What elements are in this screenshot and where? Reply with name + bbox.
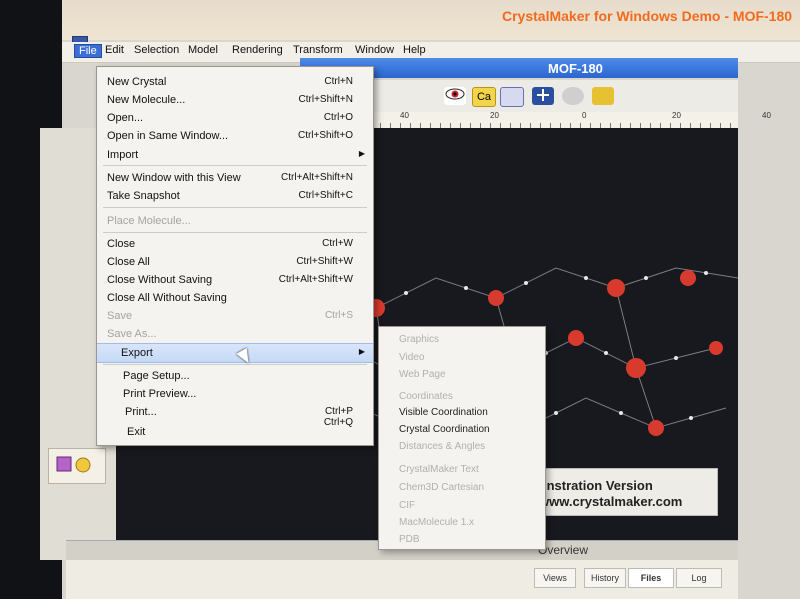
menu-item-label: Place Molecule... [107,215,191,227]
tab-views[interactable]: Views [534,568,576,588]
menu-item-label: Save As... [107,328,157,340]
menu-selection[interactable]: Selection [134,44,179,56]
menu-item-print-preview[interactable]: Print Preview... [97,385,373,403]
menu-item-label: Open in Same Window... [107,130,229,142]
shortcut-label: Ctrl+N [324,76,353,87]
shortcut-label: Ctrl+Shift+W [296,256,353,267]
menu-item-label: Exit [127,426,146,438]
menu-item-close-without-saving[interactable]: Close Without Saving Ctrl+Alt+Shift+W [97,271,373,289]
title-bar: CrystalMaker for Windows Demo - MOF-180 [62,0,800,40]
menu-item-label: Save [107,310,133,322]
tab-history[interactable]: History [584,568,626,588]
ruler-tick: 40 [762,111,771,120]
menu-item-label: Page Setup... [123,370,190,382]
menu-edit[interactable]: Edit [105,44,124,56]
export-web-page: Web Page [399,369,446,380]
shortcut-label: Ctrl+Shift+O [297,130,353,141]
shortcut-label: Ctrl+Shift+N [298,94,353,105]
menu-item-open-same-window[interactable]: Open in Same Window... Ctrl+Shift+O [97,127,373,145]
axes-icon[interactable] [532,87,554,105]
document-title: MOF-180 [548,61,603,76]
ruler-tick: 0 [582,111,587,120]
menu-item-take-snapshot[interactable]: Take Snapshot Ctrl+Shift+C [97,187,373,205]
window-title: CrystalMaker for Windows Demo - MOF-180 [502,8,793,24]
menu-separator [103,165,367,166]
bottom-panel: Views History Files Log [66,560,738,599]
menu-item-export[interactable]: Export ▶ [97,343,373,363]
menu-item-page-setup[interactable]: Page Setup... [97,367,373,385]
menu-model[interactable]: Model [188,44,218,56]
export-crystal-coordination[interactable]: Crystal Coordination [399,424,490,435]
menu-item-label: Import [107,149,139,161]
export-chem3d-cartesian: Chem3D Cartesian [399,482,485,493]
shortcut-label: Ctrl+O [323,112,353,123]
export-visible-coordination[interactable]: Visible Coordination [399,407,488,418]
menu-item-label: New Window with this View [107,172,241,184]
menu-item-close-all[interactable]: Close All Ctrl+Shift+W [97,253,373,271]
menu-item-label: Print Preview... [123,388,197,400]
export-coordinates: Coordinates [399,391,453,402]
ruler-tick: 20 [490,111,499,120]
submenu-arrow-icon: ▶ [358,149,365,158]
menu-item-label: Print... [125,406,157,418]
shortcut-label: Ctrl+S [324,310,353,321]
element-ca-icon[interactable]: Ca [472,87,496,107]
menu-transform[interactable]: Transform [293,44,343,56]
menu-file[interactable]: File [74,44,102,58]
menu-item-place-molecule: Place Molecule... [97,212,373,230]
ruler-tick: 40 [400,111,409,120]
menu-item-label: New Molecule... [107,94,186,106]
menu-item-label: Take Snapshot [107,190,180,202]
shortcut-label: Ctrl+P [324,406,353,417]
menu-item-close[interactable]: Close Ctrl+W [97,235,373,253]
unit-cell-icon[interactable] [500,87,524,107]
submenu-arrow-icon: ▶ [358,347,365,356]
watermark-line2: www.crystalmaker.com [539,494,683,509]
menu-item-label: Close Without Saving [107,274,213,286]
export-graphics: Graphics [399,334,440,345]
shortcut-label: Ctrl+Alt+Shift+N [281,172,353,183]
export-distances-angles: Distances & Angles [399,441,486,452]
menu-separator [103,232,367,233]
export-macmolecule: MacMolecule 1.x [399,517,475,528]
menu-rendering[interactable]: Rendering [232,44,283,56]
tab-files[interactable]: Files [628,568,674,588]
shortcut-label: Ctrl+W [322,238,353,249]
menu-item-open[interactable]: Open... Ctrl+O [97,109,373,127]
render-style-icon[interactable] [562,87,584,105]
menu-item-close-all-without-saving[interactable]: Close All Without Saving [97,289,373,307]
menu-item-label: New Crystal [107,76,167,88]
menu-item-save-as: Save As... [97,325,373,343]
shortcut-label: Ctrl+Q [323,417,353,428]
menu-item-import[interactable]: Import ▶ [97,146,373,164]
menu-item-label: Close [107,238,136,250]
tab-log[interactable]: Log [676,568,722,588]
menu-item-label: Close All [107,256,150,268]
menu-item-new-crystal[interactable]: New Crystal Ctrl+N [97,73,373,91]
menu-item-label: Export [121,347,153,359]
ruler-tick: 20 [672,111,681,120]
menu-separator [103,207,367,208]
menu-item-new-molecule[interactable]: New Molecule... Ctrl+Shift+N [97,91,373,109]
file-menu: New Crystal Ctrl+N New Molecule... Ctrl+Sh… [96,66,374,446]
menu-item-new-window-view[interactable]: New Window with this View Ctrl+Alt+Shift+… [97,169,373,187]
menu-item-label: Close All Without Saving [107,292,227,304]
element-ca-label: Ca [476,91,492,103]
export-pdb: PDB [399,534,420,545]
export-cif: CIF [399,500,416,511]
eye-icon[interactable] [444,87,466,105]
menu-separator [103,364,367,365]
shortcut-label: Ctrl+Shift+C [298,190,353,201]
menu-item-exit[interactable]: Exit Ctrl+Q [97,417,373,441]
menu-item-label: Open... [107,112,144,124]
tool-palette-button[interactable] [48,448,106,484]
folder-icon[interactable] [592,87,614,105]
menu-item-save: Save Ctrl+S [97,307,373,325]
export-video: Video [399,352,425,363]
export-crystalmaker-text: CrystalMaker Text [399,464,479,475]
export-submenu: Graphics Video Web Page Coordinates Visi… [378,326,546,550]
shortcut-label: Ctrl+Alt+Shift+W [278,274,353,285]
menu-help[interactable]: Help [403,44,426,56]
menu-window[interactable]: Window [355,44,394,56]
